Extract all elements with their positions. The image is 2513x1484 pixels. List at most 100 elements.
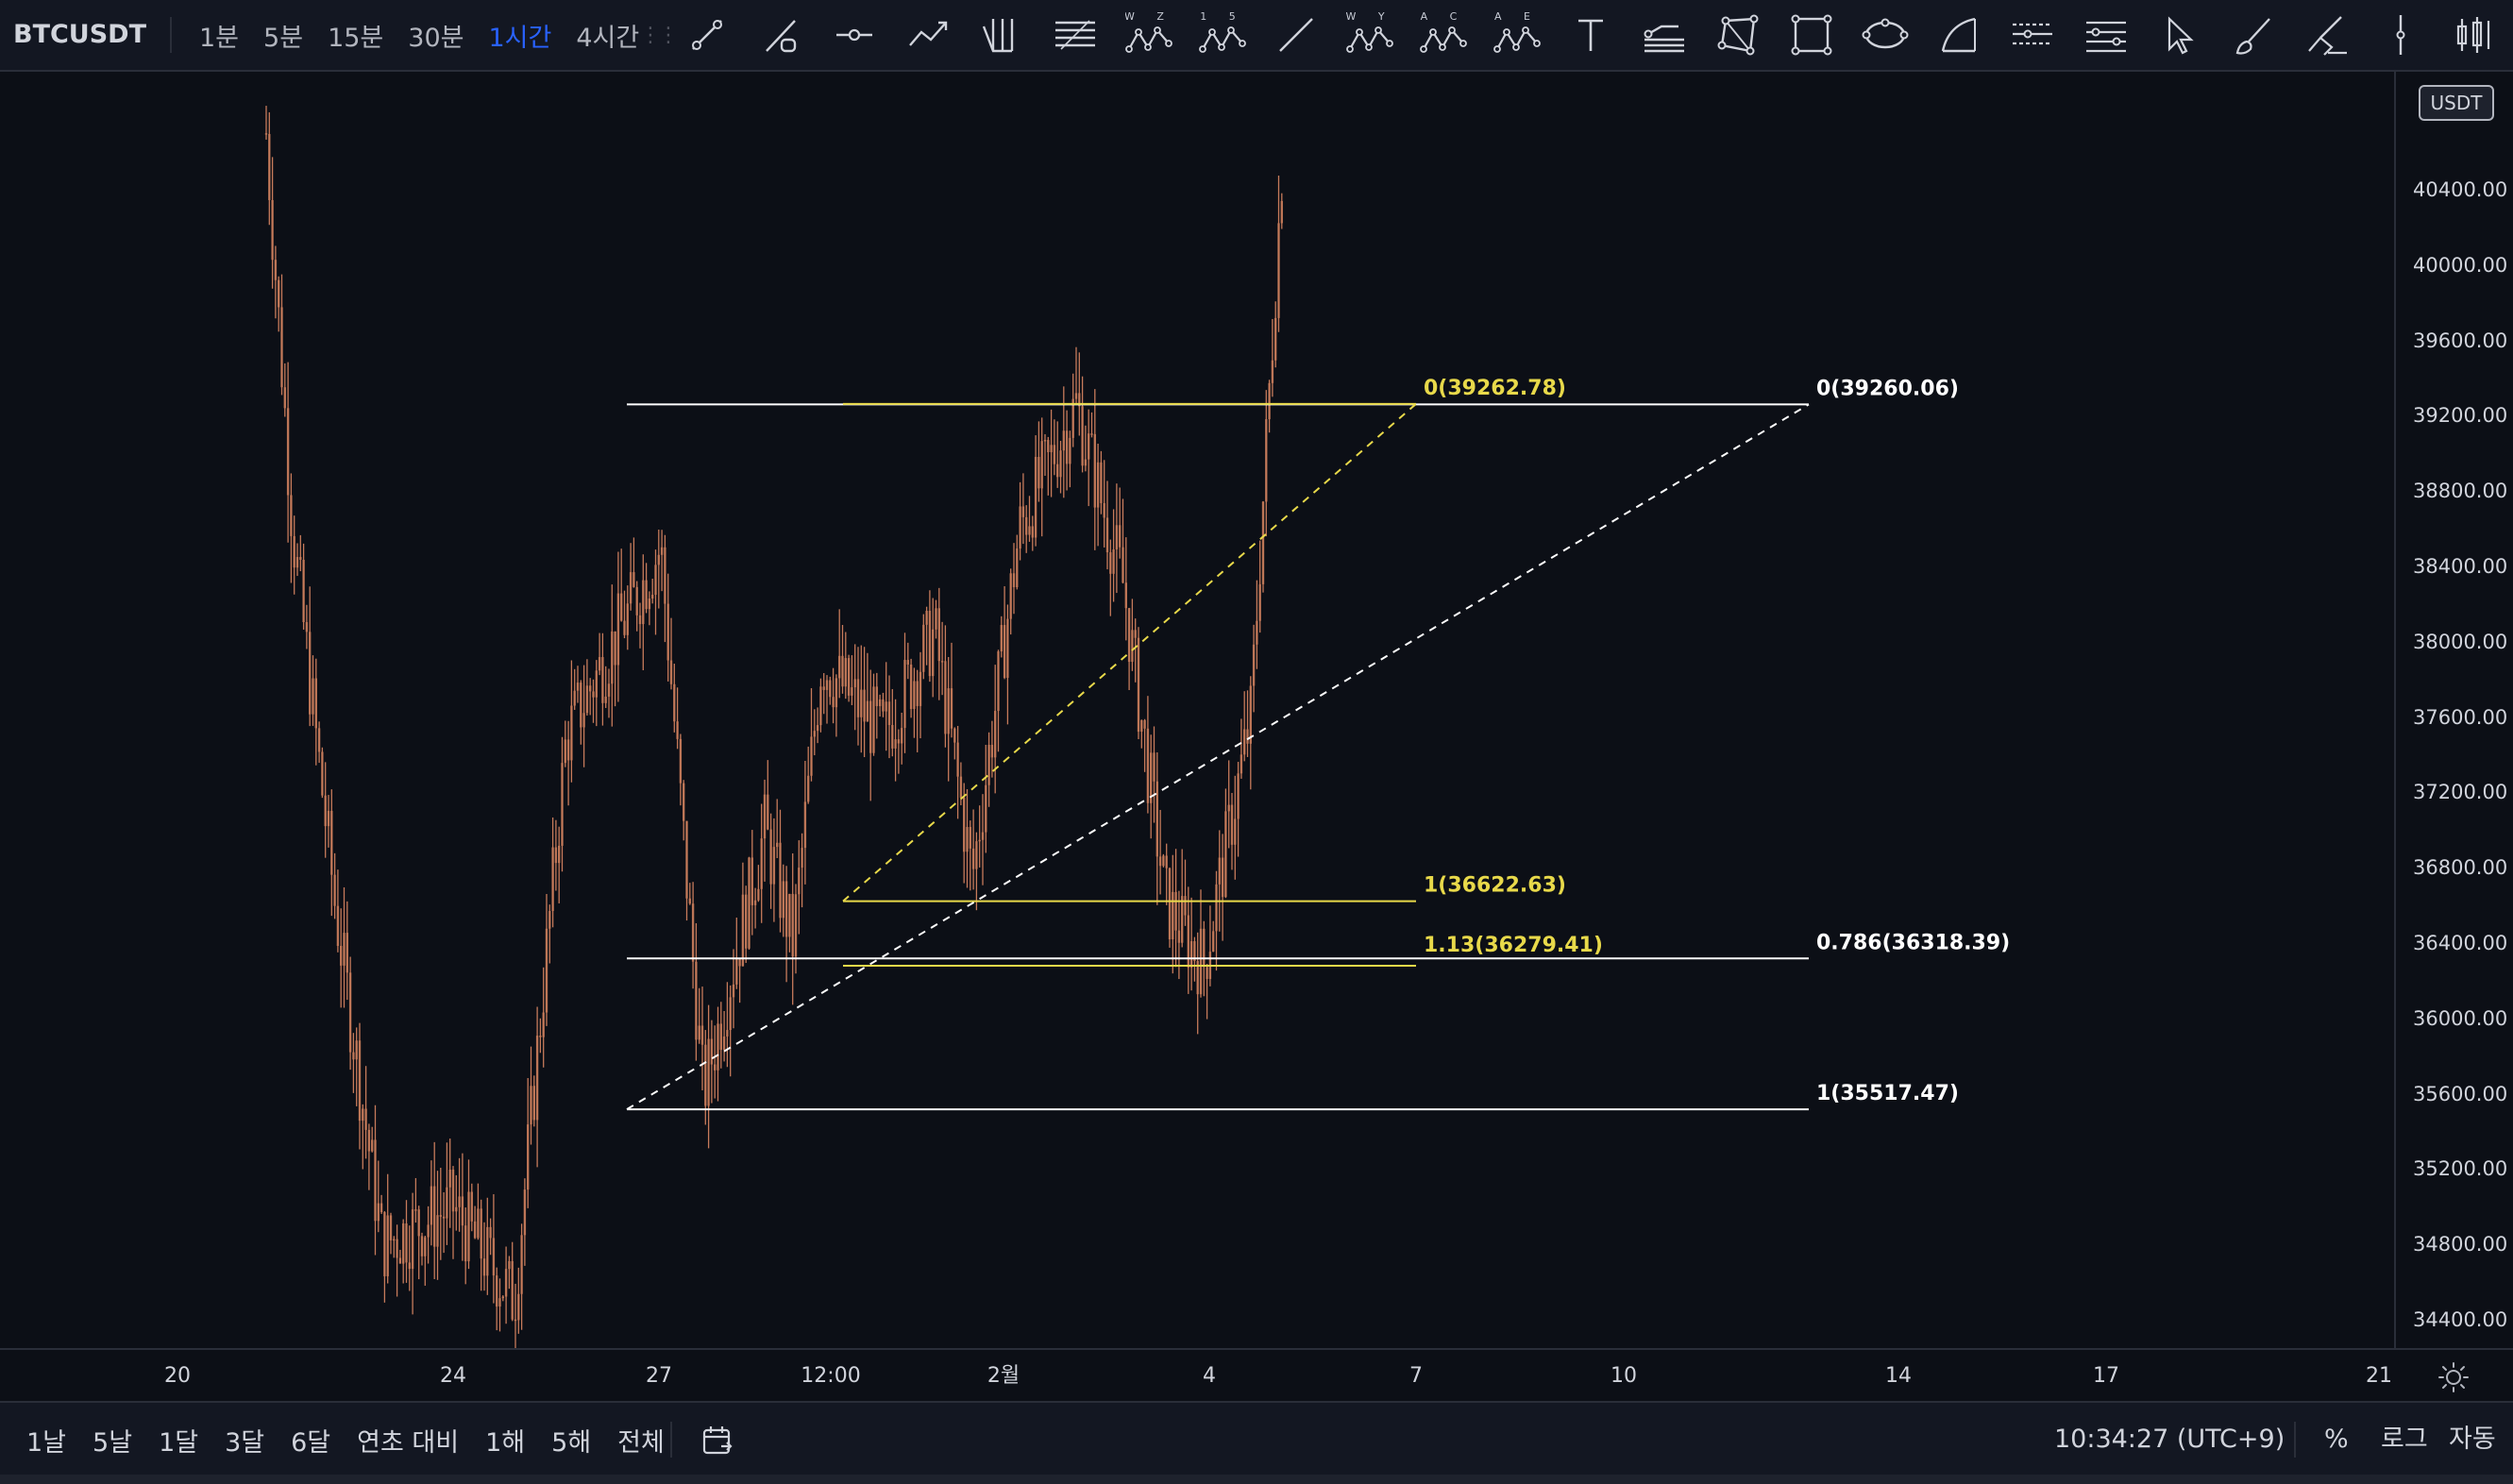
candle-body bbox=[767, 794, 769, 830]
elliott-wave-icon[interactable]: 1 5 bbox=[1186, 0, 1259, 70]
calendar-icon[interactable] bbox=[699, 1422, 736, 1459]
candle-body bbox=[791, 893, 794, 957]
candle-body bbox=[1134, 630, 1137, 638]
date-range-button[interactable]: 5날 bbox=[79, 1422, 145, 1459]
date-range-button[interactable]: 1날 bbox=[13, 1422, 79, 1459]
candle-body bbox=[1172, 891, 1174, 940]
candle-body bbox=[402, 1223, 405, 1264]
time-axis[interactable]: 20 24 27 12:00 2월 4 7 10 14 17 21 bbox=[0, 1348, 2513, 1403]
date-range-button[interactable]: 3달 bbox=[211, 1422, 278, 1459]
price-axis[interactable]: 40400.00 40000.00 39600.00 39200.00 38800.00… bbox=[2394, 72, 2513, 1348]
horizontal-ray-icon[interactable] bbox=[818, 0, 891, 70]
cursor-icon[interactable] bbox=[2143, 0, 2217, 70]
chart-pane[interactable]: 0(39262.78) 1(36622.63) 1.13(36279.41) 0(39… bbox=[0, 72, 2394, 1358]
date-range-button[interactable]: 1달 bbox=[145, 1422, 211, 1459]
date-range-button[interactable]: 전체 bbox=[604, 1422, 678, 1459]
date-range-button[interactable]: 1해 bbox=[472, 1422, 538, 1459]
tool-letters: 1 5 bbox=[1200, 11, 1245, 23]
candle-body bbox=[514, 1319, 517, 1322]
candle-body bbox=[1271, 360, 1274, 383]
fib-channel-icon[interactable] bbox=[1996, 0, 2069, 70]
price-tick-label: 37200.00 bbox=[2413, 781, 2508, 804]
candle-body bbox=[1081, 406, 1084, 466]
candle-body bbox=[585, 685, 589, 714]
candle-body bbox=[604, 696, 607, 703]
drag-handle-icon[interactable]: ⋮⋮ bbox=[640, 0, 679, 70]
wy-pattern-icon[interactable]: W Y bbox=[1333, 0, 1407, 70]
text-icon[interactable] bbox=[1554, 0, 1628, 70]
candle-body bbox=[1109, 552, 1112, 574]
price-tick-label: 36400.00 bbox=[2413, 932, 2508, 954]
price-chart[interactable]: 0(39262.78) 1(36622.63) 1.13(36279.41) 0(39… bbox=[0, 72, 2394, 1358]
path-icon[interactable] bbox=[891, 0, 965, 70]
candle-body bbox=[959, 776, 963, 798]
candle-body bbox=[362, 1108, 364, 1121]
vertical-line-icon[interactable] bbox=[2364, 0, 2437, 70]
date-range-button[interactable]: 연초 대비 bbox=[344, 1422, 472, 1459]
date-range-button[interactable]: 5해 bbox=[538, 1422, 604, 1459]
candle-body bbox=[1280, 200, 1283, 224]
parallel-channel-icon[interactable] bbox=[1628, 0, 1701, 70]
timeframe-button[interactable]: 15분 bbox=[315, 17, 396, 54]
candle-body bbox=[470, 1191, 473, 1222]
candle-body bbox=[1053, 445, 1056, 464]
three-drives-icon[interactable]: A E bbox=[1480, 0, 1554, 70]
candle-body bbox=[501, 1296, 504, 1299]
candle-body bbox=[417, 1209, 420, 1237]
candle-body bbox=[343, 933, 346, 966]
candle-body bbox=[847, 658, 851, 696]
candle-body bbox=[691, 903, 695, 962]
wz-pattern-icon[interactable]: W Z bbox=[1112, 0, 1186, 70]
candle-body bbox=[1003, 625, 1006, 679]
ellipse-icon[interactable] bbox=[1848, 0, 1922, 70]
price-tick-label: 35600.00 bbox=[2413, 1082, 2508, 1105]
candle-body bbox=[741, 894, 745, 967]
rectangle-icon[interactable] bbox=[1775, 0, 1848, 70]
candles-icon[interactable] bbox=[2437, 0, 2511, 70]
candle-body bbox=[1034, 456, 1037, 538]
eraser-icon[interactable] bbox=[2290, 0, 2364, 70]
fib-extension-icon[interactable] bbox=[2069, 0, 2143, 70]
line-icon[interactable] bbox=[1259, 0, 1333, 70]
timeframe-button[interactable]: 30분 bbox=[396, 17, 476, 54]
trend-line-icon[interactable] bbox=[670, 0, 744, 70]
price-tick-label: 39600.00 bbox=[2413, 329, 2508, 352]
candle-body bbox=[271, 199, 274, 261]
percent-scale-toggle[interactable]: % bbox=[2324, 1403, 2349, 1476]
candle-body bbox=[869, 700, 872, 753]
candle-body bbox=[564, 739, 566, 764]
candle-body bbox=[776, 842, 779, 848]
candle-body bbox=[1112, 548, 1115, 574]
candle-body bbox=[1047, 440, 1050, 453]
tool-letters: A E bbox=[1494, 11, 1540, 23]
symbol-name[interactable]: BTCUSDT bbox=[13, 0, 146, 70]
auto-scale-toggle[interactable]: 자동 bbox=[2449, 1403, 2496, 1476]
timeframe-button[interactable]: 1분 bbox=[187, 17, 251, 54]
timezone-clock[interactable]: 10:34:27 (UTC+9) bbox=[2054, 1403, 2285, 1476]
candle-body bbox=[835, 678, 838, 708]
pitchfork-icon[interactable] bbox=[965, 0, 1038, 70]
candle-body bbox=[1168, 868, 1172, 940]
candle-body bbox=[956, 742, 959, 777]
candle-body bbox=[461, 1196, 464, 1226]
trend-angle-icon[interactable] bbox=[744, 0, 818, 70]
settings-icon[interactable] bbox=[2437, 1361, 2470, 1393]
brush-icon[interactable] bbox=[2217, 0, 2290, 70]
date-range-button[interactable]: 6달 bbox=[278, 1422, 344, 1459]
abcd-pattern-icon[interactable]: A C bbox=[1407, 0, 1480, 70]
fib-retracement-icon[interactable] bbox=[1038, 0, 1112, 70]
candle-body bbox=[358, 1040, 362, 1121]
candle-body bbox=[772, 847, 776, 885]
candle-body bbox=[420, 1236, 424, 1256]
timeframe-button[interactable]: 5분 bbox=[251, 17, 315, 54]
arc-icon[interactable] bbox=[1922, 0, 1996, 70]
log-scale-toggle[interactable]: 로그 bbox=[2381, 1403, 2428, 1476]
candle-body bbox=[1122, 547, 1124, 583]
candle-body bbox=[844, 658, 847, 687]
timeframe-button[interactable]: 1시간 bbox=[476, 17, 564, 54]
timeframe-button[interactable]: 4시간 bbox=[564, 17, 651, 54]
candle-body bbox=[757, 888, 760, 901]
footer-strip bbox=[0, 1475, 2513, 1484]
polygon-icon[interactable] bbox=[1701, 0, 1775, 70]
fib-level-label: 1.13(36279.41) bbox=[1424, 934, 1603, 957]
